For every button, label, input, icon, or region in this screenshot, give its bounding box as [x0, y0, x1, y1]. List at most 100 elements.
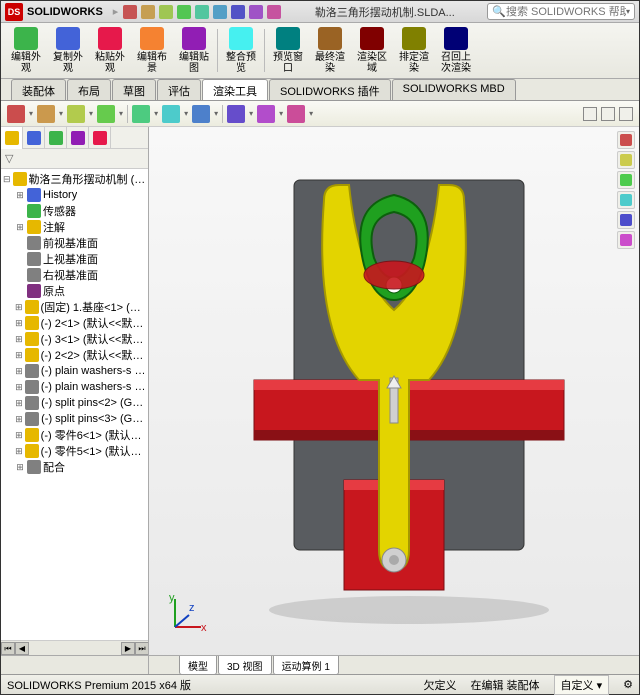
apply-scene-dropdown-icon[interactable]: ▾ — [279, 109, 283, 118]
gear-icon[interactable]: ⚙ — [623, 678, 633, 691]
ribbon-8[interactable]: 渲染区域 — [351, 25, 393, 76]
edit-appearance-button[interactable] — [227, 105, 245, 123]
search-dropdown-icon[interactable]: ▾ — [626, 7, 630, 16]
expand-icon[interactable]: ⊟ — [3, 174, 11, 185]
options-button[interactable] — [248, 4, 264, 20]
new-button[interactable] — [122, 4, 138, 20]
ribbon-5[interactable]: 整合预览 — [220, 25, 262, 76]
zoom-area-dropdown-icon[interactable]: ▾ — [59, 109, 63, 118]
tab-2[interactable]: 草图 — [112, 79, 156, 100]
tree-row[interactable]: ⊞(-) 零件6<1> (默认<<默认>_ — [1, 427, 148, 443]
walk-button[interactable] — [617, 231, 635, 249]
help-search[interactable]: 🔍 ▾ — [487, 3, 635, 20]
tree-row[interactable]: ⊞(-) plain washers-s series-g — [1, 363, 148, 379]
window2-icon[interactable] — [601, 107, 615, 121]
tree-tab-4[interactable] — [89, 127, 111, 149]
scroll-first-icon[interactable]: ⏮ — [1, 642, 15, 655]
expand-icon[interactable]: ⊞ — [15, 334, 23, 345]
tree-tab-1[interactable] — [23, 127, 45, 149]
ribbon-7[interactable]: 最终渲染 — [309, 25, 351, 76]
tree-row[interactable]: 右视基准面 — [1, 267, 148, 283]
tab-4[interactable]: 渲染工具 — [202, 79, 268, 100]
dropdown-button[interactable] — [266, 4, 282, 20]
previous-dropdown-icon[interactable]: ▾ — [89, 109, 93, 118]
close-icon[interactable] — [619, 107, 633, 121]
save-button[interactable] — [158, 4, 174, 20]
display-style-button[interactable] — [162, 105, 180, 123]
tab-6[interactable]: SOLIDWORKS MBD — [392, 79, 516, 100]
camera-button[interactable] — [617, 211, 635, 229]
tree-row[interactable]: 上视基准面 — [1, 251, 148, 267]
tree-row[interactable]: ⊞(-) plain washers-s series-g — [1, 379, 148, 395]
light-button[interactable] — [617, 191, 635, 209]
tree-row[interactable]: ⊞(-) 2<2> (默认<<默认>_显示 — [1, 347, 148, 363]
display-style-dropdown-icon[interactable]: ▾ — [184, 109, 188, 118]
tree-row[interactable]: ⊞(固定) 1.基座<1> (默认<<默认 — [1, 299, 148, 315]
tree-row[interactable]: 传感器 — [1, 203, 148, 219]
tree-tab-2[interactable] — [45, 127, 67, 149]
section-button[interactable] — [97, 105, 115, 123]
ribbon-10[interactable]: 召回上次渲染 — [435, 25, 477, 76]
view-triad[interactable]: y x z — [167, 595, 207, 635]
view-orient-dropdown-icon[interactable]: ▾ — [154, 109, 158, 118]
tree-row[interactable]: 前视基准面 — [1, 235, 148, 251]
ribbon-2[interactable]: 粘贴外观 — [89, 25, 131, 76]
tab-1[interactable]: 布局 — [67, 79, 111, 100]
open-button[interactable] — [140, 4, 156, 20]
section-dropdown-icon[interactable]: ▾ — [119, 109, 123, 118]
appearance-button[interactable] — [617, 131, 635, 149]
expand-icon[interactable]: ⊞ — [15, 190, 25, 201]
expand-icon[interactable]: ⊞ — [15, 382, 23, 393]
tab-5[interactable]: SOLIDWORKS 插件 — [269, 79, 391, 100]
tree-row[interactable]: ⊞注解 — [1, 219, 148, 235]
ribbon-0[interactable]: 编辑外观 — [5, 25, 47, 76]
bottom-tab-0[interactable]: 模型 — [179, 656, 217, 675]
edit-appearance-dropdown-icon[interactable]: ▾ — [249, 109, 253, 118]
expand-icon[interactable]: ⊞ — [15, 430, 23, 441]
tree-row[interactable]: ⊞配合 — [1, 459, 148, 475]
decal-button[interactable] — [617, 171, 635, 189]
expand-icon[interactable]: ⊞ — [15, 446, 23, 457]
tree-row[interactable]: ⊞(-) 3<1> (默认<<默认>_显示 — [1, 331, 148, 347]
hide-show-dropdown-icon[interactable]: ▾ — [214, 109, 218, 118]
expand-icon[interactable]: ⊞ — [15, 462, 25, 473]
rebuild-button[interactable] — [230, 4, 246, 20]
scroll-left-icon[interactable]: ◀ — [15, 642, 29, 655]
status-item-2[interactable]: 自定义 ▾ — [554, 675, 610, 695]
tree-row[interactable]: 原点 — [1, 283, 148, 299]
apply-scene-button[interactable] — [257, 105, 275, 123]
expand-icon[interactable]: ⊞ — [15, 302, 23, 313]
ribbon-6[interactable]: 预览窗口 — [267, 25, 309, 76]
expand-icon[interactable]: ⊞ — [15, 350, 23, 361]
tab-3[interactable]: 评估 — [157, 79, 201, 100]
print-button[interactable] — [176, 4, 192, 20]
ribbon-4[interactable]: 编辑贴图 — [173, 25, 215, 76]
graphics-viewport[interactable]: y x z 模型3D 视图运动算例 1 — [149, 127, 639, 675]
scroll-right-icon[interactable]: ▶ — [121, 642, 135, 655]
previous-button[interactable] — [67, 105, 85, 123]
redo-button[interactable] — [212, 4, 228, 20]
filter-dropdown-icon[interactable]: ▽ — [5, 152, 13, 165]
window1-icon[interactable] — [583, 107, 597, 121]
bottom-tab-1[interactable]: 3D 视图 — [218, 656, 272, 675]
tree-tab-3[interactable] — [67, 127, 89, 149]
undo-button[interactable] — [194, 4, 210, 20]
expand-icon[interactable]: ⊞ — [15, 366, 23, 377]
hide-show-button[interactable] — [192, 105, 210, 123]
tree-row[interactable]: ⊞(-) 零件5<1> (默认<<默认>_ — [1, 443, 148, 459]
ribbon-1[interactable]: 复制外观 — [47, 25, 89, 76]
zoom-area-button[interactable] — [37, 105, 55, 123]
tree-tab-0[interactable] — [1, 127, 23, 149]
expand-icon[interactable]: ⊞ — [15, 398, 23, 409]
tree-scrollbar[interactable]: ⏮ ◀ ▶ ⏭ — [1, 640, 149, 655]
help-search-input[interactable] — [506, 6, 626, 18]
tree-row[interactable]: ⊞(-) split pins<3> (GB_CON — [1, 411, 148, 427]
tab-0[interactable]: 装配体 — [11, 79, 66, 100]
view-settings-dropdown-icon[interactable]: ▾ — [309, 109, 313, 118]
view-orient-button[interactable] — [132, 105, 150, 123]
zoom-fit-dropdown-icon[interactable]: ▾ — [29, 109, 33, 118]
ribbon-3[interactable]: 编辑布景 — [131, 25, 173, 76]
scene-button[interactable] — [617, 151, 635, 169]
tree-row[interactable]: ⊞(-) 2<1> (默认<<默认>_显示 — [1, 315, 148, 331]
view-settings-button[interactable] — [287, 105, 305, 123]
